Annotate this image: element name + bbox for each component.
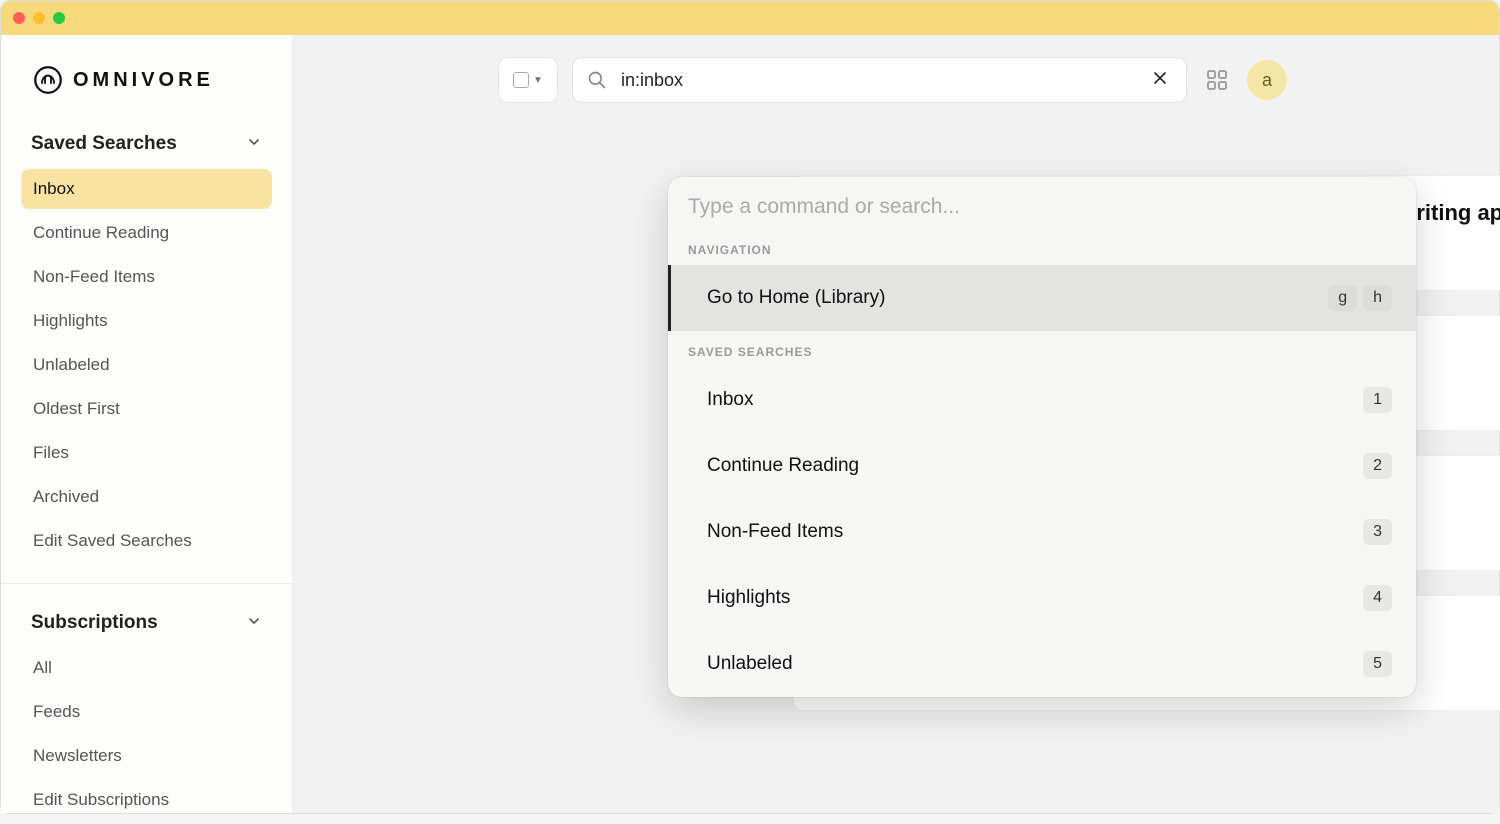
palette-input[interactable] <box>688 195 1396 219</box>
window-titlebar <box>1 1 1499 35</box>
palette-item-inbox[interactable]: Inbox 1 <box>668 367 1416 433</box>
chevron-down-icon <box>246 134 262 155</box>
sidebar-item-unlabeled[interactable]: Unlabeled <box>21 345 272 385</box>
sidebar: OMNIVORE Saved Searches InboxContinue Re… <box>1 35 293 813</box>
keyboard-key: 2 <box>1363 453 1392 479</box>
palette-item-label: Highlights <box>707 587 790 609</box>
palette-item-shortcut: 5 <box>1363 651 1392 677</box>
palette-item-label: Non-Feed Items <box>707 521 843 543</box>
window-close-button[interactable] <box>13 12 25 24</box>
select-all-button[interactable]: ▼ <box>498 57 558 103</box>
sidebar-item-inbox[interactable]: Inbox <box>21 169 272 209</box>
app-name: OMNIVORE <box>73 69 214 92</box>
sidebar-item-feeds[interactable]: Feeds <box>21 692 272 732</box>
omnivore-logo-icon <box>33 65 63 95</box>
sidebar-item-highlights[interactable]: Highlights <box>21 301 272 341</box>
keyboard-key: h <box>1363 285 1392 311</box>
palette-group-label: SAVED SEARCHES <box>668 331 1416 367</box>
grid-view-button[interactable] <box>1201 64 1233 96</box>
subscriptions-header[interactable]: Subscriptions <box>1 612 292 648</box>
keyboard-key: 1 <box>1363 387 1392 413</box>
caret-down-icon: ▼ <box>533 75 543 86</box>
palette-group-label: NAVIGATION <box>668 229 1416 265</box>
palette-item-shortcut: gh <box>1328 285 1392 311</box>
palette-input-row <box>668 177 1416 229</box>
main-area: ▼ a <box>293 35 1499 813</box>
subscriptions-list: AllFeedsNewslettersEdit Subscriptions <box>1 648 292 824</box>
sidebar-item-files[interactable]: Files <box>21 433 272 473</box>
command-palette: NAVIGATION Go to Home (Library) gh SAVED SE… <box>668 177 1416 697</box>
palette-item-continue-reading[interactable]: Continue Reading 2 <box>668 433 1416 499</box>
app-logo[interactable]: OMNIVORE <box>1 65 292 133</box>
sidebar-item-all[interactable]: All <box>21 648 272 688</box>
window-zoom-button[interactable] <box>53 12 65 24</box>
palette-item-shortcut: 1 <box>1363 387 1392 413</box>
avatar-initial: a <box>1262 70 1272 91</box>
avatar[interactable]: a <box>1247 60 1287 100</box>
chevron-down-icon <box>246 613 262 634</box>
palette-item-label: Inbox <box>707 389 753 411</box>
topbar: ▼ a <box>293 57 1499 103</box>
sidebar-item-edit-subscriptions[interactable]: Edit Subscriptions <box>21 780 272 820</box>
search-icon <box>587 70 607 90</box>
saved-searches-list: InboxContinue ReadingNon-Feed ItemsHighl… <box>1 169 292 565</box>
sidebar-item-non-feed-items[interactable]: Non-Feed Items <box>21 257 272 297</box>
checkbox-icon <box>513 72 529 88</box>
palette-item-highlights[interactable]: Highlights 4 <box>668 565 1416 631</box>
palette-item-label: Go to Home (Library) <box>707 287 885 309</box>
sidebar-item-archived[interactable]: Archived <box>21 477 272 517</box>
palette-item-label: Unlabeled <box>707 653 793 675</box>
palette-item-shortcut: 4 <box>1363 585 1392 611</box>
search-field[interactable] <box>572 57 1187 103</box>
keyboard-key: 5 <box>1363 651 1392 677</box>
sidebar-item-newsletters[interactable]: Newsletters <box>21 736 272 776</box>
search-input[interactable] <box>621 70 1134 91</box>
sidebar-item-continue-reading[interactable]: Continue Reading <box>21 213 272 253</box>
keyboard-key: 4 <box>1363 585 1392 611</box>
palette-item-shortcut: 3 <box>1363 519 1392 545</box>
palette-item-unlabeled[interactable]: Unlabeled 5 <box>668 631 1416 697</box>
palette-item-go-to-home-library-[interactable]: Go to Home (Library) gh <box>668 265 1416 331</box>
palette-item-non-feed-items[interactable]: Non-Feed Items 3 <box>668 499 1416 565</box>
saved-searches-header[interactable]: Saved Searches <box>1 133 292 169</box>
subscriptions-title: Subscriptions <box>31 612 158 634</box>
keyboard-key: 3 <box>1363 519 1392 545</box>
sidebar-item-oldest-first[interactable]: Oldest First <box>21 389 272 429</box>
clear-search-button[interactable] <box>1148 69 1172 92</box>
window-minimize-button[interactable] <box>33 12 45 24</box>
keyboard-key: g <box>1328 285 1357 311</box>
palette-item-shortcut: 2 <box>1363 453 1392 479</box>
palette-item-label: Continue Reading <box>707 455 859 477</box>
sidebar-item-edit-saved-searches[interactable]: Edit Saved Searches <box>21 521 272 561</box>
saved-searches-title: Saved Searches <box>31 133 177 155</box>
